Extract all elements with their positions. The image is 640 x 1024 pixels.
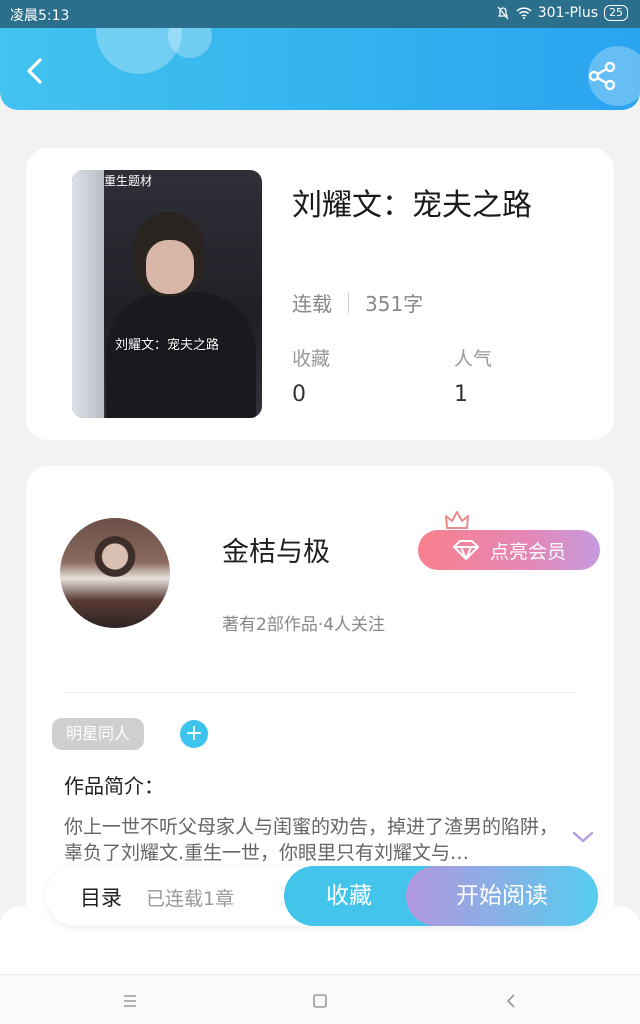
- intro-text: 你上一世不听父母家人与闺蜜的劝告，掉进了渣男的陷阱，辜负了刘耀文.重生一世，你眼…: [64, 816, 559, 864]
- menu-icon[interactable]: [120, 991, 140, 1011]
- battery-indicator: 25: [604, 5, 628, 21]
- genre-tag-chip[interactable]: 明星同人: [52, 718, 145, 750]
- diamond-icon: [452, 540, 479, 560]
- collect-count-label: 收藏: [292, 348, 331, 370]
- popularity-label: 人气: [454, 348, 493, 370]
- book-title: 刘耀文：宠夫之路: [292, 188, 532, 223]
- cover-figure-body: [106, 292, 256, 418]
- toc-chapter-count: 已连载1章: [146, 888, 235, 910]
- status-divider: [348, 292, 349, 313]
- vip-button[interactable]: 点亮会员: [418, 530, 600, 570]
- cover-caption: 刘耀文：宠夫之路: [114, 338, 219, 353]
- start-reading-label: 开始阅读: [456, 883, 548, 909]
- back-nav-icon[interactable]: [502, 991, 522, 1011]
- book-info-card: 重生题材 刘耀文：宠夫之路 刘耀文：宠夫之路 连载 351字 收藏 0 人气 1: [26, 148, 614, 440]
- home-icon[interactable]: [310, 991, 330, 1011]
- author-meta: 著有2部作品·4人关注: [222, 615, 386, 635]
- popularity-value: 1: [454, 382, 468, 407]
- chevron-left-icon[interactable]: [20, 56, 50, 86]
- collect-count-value: 0: [292, 382, 306, 407]
- toc-button[interactable]: 目录: [80, 882, 122, 912]
- add-tag-button[interactable]: +: [180, 720, 208, 748]
- share-icon[interactable]: [586, 60, 618, 92]
- cover-figure-face: [146, 240, 194, 294]
- status-bar: 凌晨5:13 301-Plus 25: [0, 0, 640, 28]
- wifi-icon: [516, 7, 532, 19]
- author-name[interactable]: 金桔与极: [222, 530, 330, 569]
- status-right: 301-Plus 25: [496, 5, 628, 21]
- status-time: 凌晨5:13: [10, 8, 70, 24]
- action-bar: 目录 已连载1章 收藏 开始阅读: [46, 866, 598, 926]
- start-reading-button[interactable]: 开始阅读: [406, 866, 598, 926]
- system-nav-bar: [0, 974, 640, 1024]
- header-bar: [0, 28, 640, 110]
- cover-tag: 重生题材: [104, 174, 153, 188]
- mute-bell-icon: [497, 6, 509, 20]
- favorite-button-label: 收藏: [326, 883, 372, 909]
- carrier-label: 301-Plus: [537, 5, 598, 21]
- serial-status: 连载: [292, 292, 332, 316]
- cover-door-shape: [72, 170, 104, 418]
- vip-button-label: 点亮会员: [489, 540, 566, 563]
- book-cover[interactable]: 重生题材 刘耀文：宠夫之路: [72, 170, 262, 418]
- book-status-row: 连载 351字: [292, 288, 423, 317]
- section-divider: [64, 692, 576, 693]
- crown-icon: [445, 511, 469, 529]
- word-count: 351字: [365, 292, 424, 316]
- intro-label: 作品简介：: [64, 774, 164, 798]
- author-avatar[interactable]: [60, 518, 170, 628]
- chevron-down-icon[interactable]: [572, 830, 594, 844]
